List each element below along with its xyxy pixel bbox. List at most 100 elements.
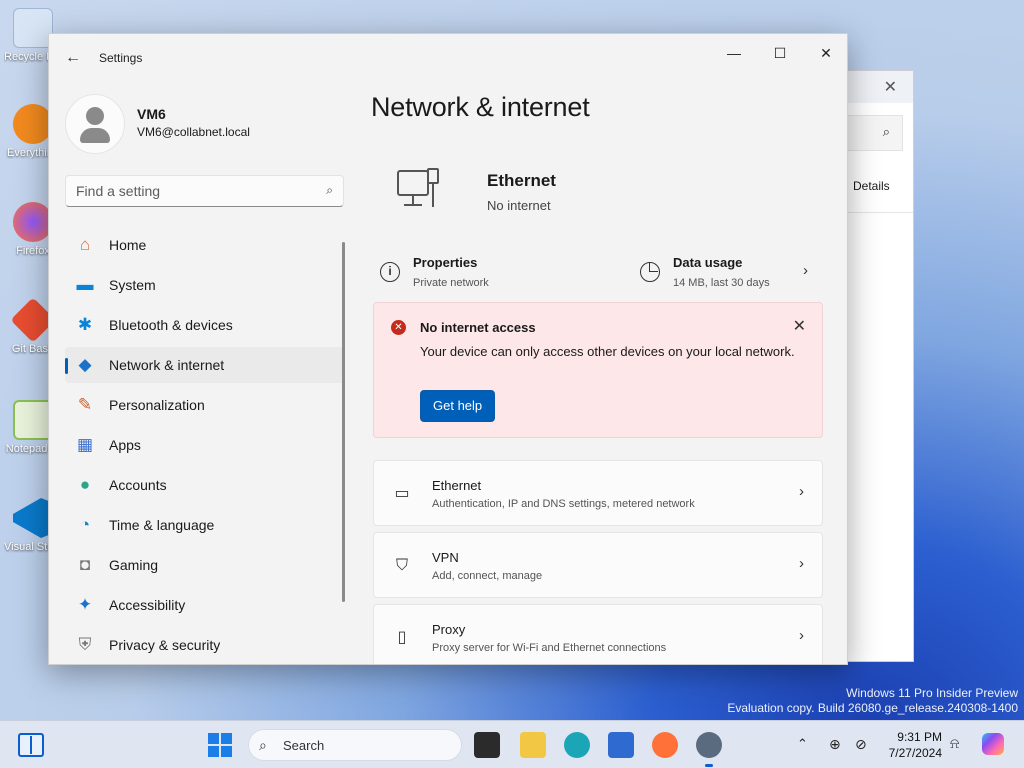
recycle-bin-icon — [13, 8, 53, 48]
nav-scrollbar[interactable] — [342, 242, 345, 602]
avatar-head — [86, 107, 104, 125]
connection-status: No internet — [487, 198, 551, 213]
chevron-right-icon: › — [799, 483, 804, 500]
store-icon[interactable] — [608, 732, 634, 758]
language-icon[interactable]: ⊕ — [829, 736, 841, 753]
copilot-icon[interactable] — [982, 733, 1004, 755]
file-explorer-icon[interactable] — [520, 732, 546, 758]
everything-icon — [13, 104, 53, 144]
sidebar-item-label: Privacy & security — [109, 637, 221, 653]
sidebar-item-bluetooth-devices[interactable]: ✱ Bluetooth & devices — [65, 307, 344, 343]
sidebar-item-label: System — [109, 277, 156, 293]
avatar-body — [80, 128, 110, 143]
taskbar: ⌕ Search ⌃ ⊕ ⊘ 9:31 PM 7/27/2024 ⍾ — [0, 720, 1024, 768]
proxy-card[interactable]: ▯ Proxy Proxy server for Wi-Fi and Ether… — [373, 604, 823, 664]
start-button[interactable] — [208, 733, 232, 757]
sidebar-item-home[interactable]: ⌂ Home — [65, 227, 344, 263]
chevron-right-icon: › — [799, 555, 804, 572]
alert-close-icon[interactable]: ✕ — [793, 316, 806, 336]
clock[interactable]: 9:31 PM 7/27/2024 — [880, 729, 942, 761]
clock-date: 7/27/2024 — [888, 746, 942, 760]
windows-logo-tile — [208, 746, 219, 757]
back-arrow-icon[interactable]: ← — [63, 48, 83, 68]
alert-message: Your device can only access other device… — [420, 344, 795, 359]
sidebar-item-accounts[interactable]: ● Accounts — [65, 467, 344, 503]
vpn-card[interactable]: ⛉ VPN Add, connect, manage › — [373, 532, 823, 598]
bluetooth-icon: ✱ — [77, 315, 93, 334]
properties-row: i Properties Private network Data usage … — [373, 248, 823, 298]
sidebar-item-network-internet[interactable]: ◆ Network & internet — [65, 347, 344, 383]
find-setting-box[interactable]: ⌕ — [65, 175, 344, 207]
sidebar-item-personalization[interactable]: ✎ Personalization — [65, 387, 344, 423]
search-icon[interactable]: ⌕ — [326, 183, 333, 198]
sidebar-item-label: Accessibility — [109, 597, 186, 613]
shield-icon: ⛨ — [78, 635, 92, 654]
sidebar-item-system[interactable]: ▬ System — [65, 267, 344, 303]
ethernet-card[interactable]: ▭ Ethernet Authentication, IP and DNS se… — [373, 460, 823, 526]
maximize-button[interactable]: ☐ — [757, 38, 803, 68]
card-subtitle: Proxy server for Wi-Fi and Ethernet conn… — [432, 642, 667, 654]
properties-subtitle: Private network — [413, 277, 489, 289]
profile-name: VM6 — [137, 106, 166, 122]
card-subtitle: Add, connect, manage — [432, 570, 543, 582]
sidebar-item-privacy-security[interactable]: ⛨ Privacy & security — [65, 627, 344, 663]
show-hidden-icons-chevron-icon[interactable]: ⌃ — [797, 736, 808, 752]
proxy-icon: ▯ — [397, 629, 407, 646]
chevron-right-icon: › — [799, 627, 804, 644]
windows-logo-tile — [208, 733, 219, 744]
close-button[interactable]: ✕ — [803, 38, 847, 68]
firefox-icon[interactable] — [652, 732, 678, 758]
sidebar-item-time-language[interactable]: ◔ Time & language — [65, 507, 344, 543]
sidebar-item-label: Accounts — [109, 477, 167, 493]
windows-logo-tile — [221, 746, 232, 757]
get-help-button[interactable]: Get help — [420, 390, 496, 422]
taskbar-search-label: Search — [283, 738, 325, 753]
sidebar-item-gaming[interactable]: ◘ Gaming — [65, 547, 344, 583]
notification-icon[interactable]: ⍾ — [950, 735, 959, 752]
taskbar-search[interactable]: ⌕ Search — [248, 729, 462, 761]
search-icon: ⌕ — [259, 737, 267, 753]
pie-chart-icon — [640, 262, 660, 282]
firefox-icon — [13, 202, 53, 242]
sidebar-item-label: Personalization — [109, 397, 205, 413]
network-icon[interactable]: ⊘ — [855, 736, 867, 753]
alert-title: No internet access — [420, 320, 536, 335]
avatar[interactable] — [65, 94, 125, 154]
window-title: Settings — [99, 51, 143, 65]
sidebar-item-label: Network & internet — [109, 357, 225, 373]
settings-nav: ⌂ Home ▬ System ✱ Bluetooth & devices ◆ Network… — [65, 227, 344, 664]
build-watermark: Windows 11 Pro Insider Preview Evaluatio… — [727, 686, 1018, 715]
no-internet-alert: ✕ No internet access ✕ Your device can o… — [373, 302, 823, 438]
minimize-button[interactable]: — — [711, 38, 757, 68]
ethernet-monitor-icon — [397, 168, 439, 207]
edge-icon[interactable] — [564, 732, 590, 758]
clock-time: 9:31 PM — [897, 730, 942, 744]
sidebar-item-label: Bluetooth & devices — [109, 317, 233, 333]
settings-icon[interactable] — [696, 732, 722, 767]
sidebar-item-label: Home — [109, 237, 147, 253]
sidebar-item-label: Gaming — [109, 557, 159, 573]
card-title: Proxy — [432, 622, 466, 637]
wifi-icon: ◆ — [78, 355, 92, 374]
sidebar-item-label: Apps — [109, 437, 141, 453]
background-window-close-icon[interactable]: ✕ — [884, 77, 897, 97]
card-title: Ethernet — [432, 478, 482, 493]
search-icon: ⌕ — [882, 124, 890, 139]
brush-icon: ✎ — [77, 395, 93, 414]
settings-titlebar[interactable]: ← Settings — ☐ ✕ — [49, 34, 847, 82]
ethernet-icon: ▭ — [394, 485, 410, 502]
find-setting-input[interactable] — [76, 183, 306, 199]
accounts-icon: ● — [79, 475, 91, 494]
data-usage-subtitle: 14 MB, last 30 days — [673, 277, 770, 289]
widgets-icon[interactable] — [18, 733, 44, 757]
notepadpp-icon — [13, 400, 53, 440]
profile-email: VM6@collabnet.local — [137, 125, 250, 139]
sidebar-item-accessibility[interactable]: ✦ Accessibility — [65, 587, 344, 623]
home-icon: ⌂ — [79, 235, 91, 254]
system-icon: ▬ — [76, 275, 94, 294]
task-view-icon[interactable] — [474, 732, 500, 758]
sidebar-item-apps[interactable]: ▦ Apps — [65, 427, 344, 463]
connection-title: Ethernet — [487, 171, 556, 190]
data-usage-title: Data usage — [673, 255, 743, 270]
card-title: VPN — [432, 550, 459, 565]
